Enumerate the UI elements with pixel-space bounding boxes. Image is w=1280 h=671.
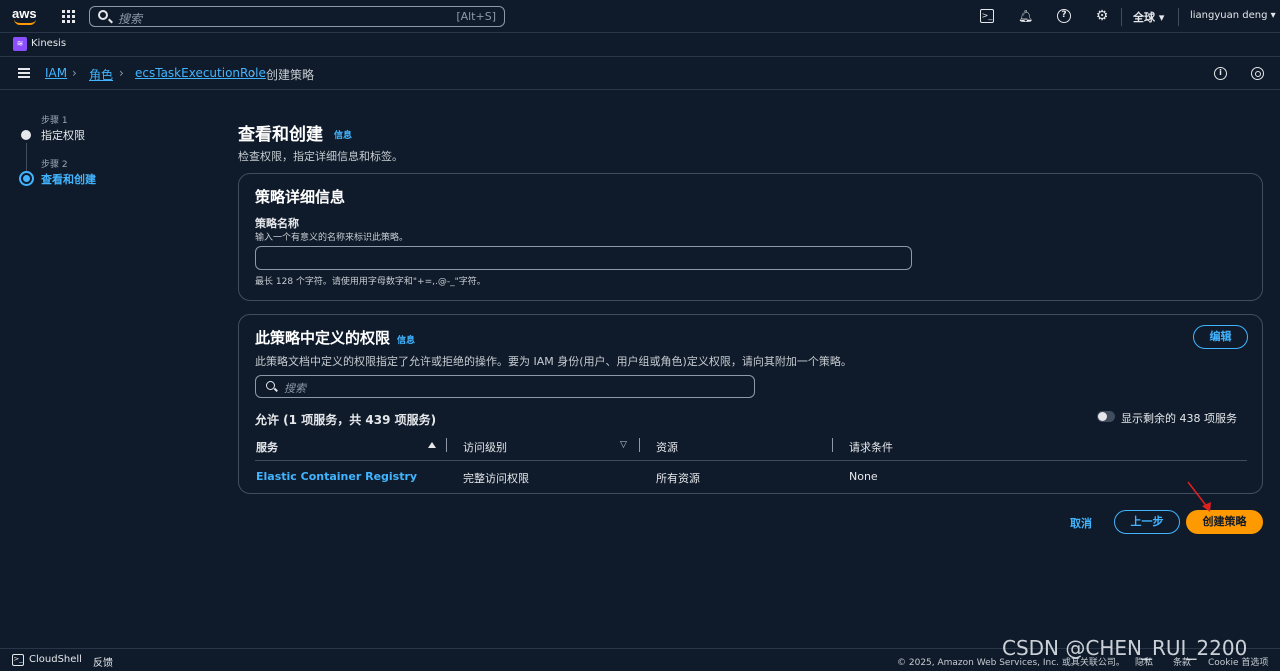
help-icon[interactable]: ? <box>1057 9 1071 23</box>
sort-ascending-icon[interactable] <box>428 442 436 448</box>
feedback-link[interactable]: 反馈 <box>93 654 113 669</box>
policy-name-description: 输入一个有意义的名称来标识此策略。 <box>255 233 409 243</box>
annotation-arrow-icon <box>1187 481 1211 512</box>
column-divider[interactable] <box>639 438 640 452</box>
aws-smile-icon <box>14 19 36 25</box>
search-shortcut: [Alt+S] <box>456 10 496 23</box>
global-search-input[interactable]: 搜索 [Alt+S] <box>89 6 505 27</box>
column-divider[interactable] <box>832 438 833 452</box>
table-header-divider <box>255 460 1247 461</box>
permissions-card: 此策略中定义的权限 信息 此策略文档中定义的权限指定了允许或拒绝的操作。要为 I… <box>238 314 1263 494</box>
search-placeholder: 搜索 <box>118 12 143 26</box>
breadcrumb-iam[interactable]: IAM <box>45 66 67 80</box>
step-2-label: 步骤 2 <box>41 160 68 170</box>
edit-button[interactable]: 编辑 <box>1193 325 1248 349</box>
column-header-resource: 资源 <box>656 441 678 454</box>
menu-hamburger-icon[interactable] <box>18 68 30 78</box>
show-remaining-toggle[interactable] <box>1097 411 1115 422</box>
nav-divider <box>1121 8 1122 26</box>
previous-button[interactable]: 上一步 <box>1114 510 1180 534</box>
breadcrumb-bar: IAM › 角色 › ecsTaskExecutionRole › 创建策略 <box>0 57 1280 90</box>
policy-name-hint: 最长 128 个字符。请使用用字母数字和"+=,.@-_"字符。 <box>255 277 486 287</box>
favorites-bar: ≋ Kinesis <box>0 33 1280 57</box>
breadcrumb-role-name[interactable]: ecsTaskExecutionRole <box>135 66 266 80</box>
region-selector[interactable]: 全球 ▾ <box>1133 9 1164 25</box>
services-grid-icon[interactable] <box>62 10 75 23</box>
column-header-condition: 请求条件 <box>849 441 893 454</box>
breadcrumb-roles[interactable]: 角色 <box>89 66 113 83</box>
search-icon <box>266 381 275 390</box>
kinesis-icon: ≋ <box>13 37 27 51</box>
settings-gear-icon[interactable]: ⚙ <box>1095 9 1109 23</box>
step-current-icon <box>19 171 34 186</box>
step-connector <box>26 143 27 172</box>
policy-details-title: 策略详细信息 <box>255 188 346 206</box>
notifications-bell-icon[interactable]: 🔔︎ <box>1018 9 1033 23</box>
chevron-right-icon: › <box>72 66 77 80</box>
sort-descending-icon[interactable] <box>620 440 629 450</box>
permissions-description: 此策略文档中定义的权限指定了允许或拒绝的操作。要为 IAM 身份(用户、用户组或… <box>255 355 852 368</box>
table-row-resource: 所有资源 <box>656 472 700 485</box>
recent-activity-icon[interactable] <box>1251 67 1264 80</box>
breadcrumb-current: 创建策略 <box>266 68 315 82</box>
cloudshell-icon[interactable]: >_ <box>980 9 994 23</box>
policy-name-label: 策略名称 <box>255 217 299 230</box>
allow-services-title: 允许 (1 项服务，共 439 项服务) <box>255 413 437 427</box>
table-row-service-link[interactable]: Elastic Container Registry <box>256 470 417 483</box>
favorite-service-kinesis[interactable]: Kinesis <box>31 38 66 49</box>
table-row-condition: None <box>849 470 878 483</box>
policy-name-input[interactable] <box>255 246 912 270</box>
step-1-name[interactable]: 指定权限 <box>41 127 85 143</box>
column-header-access-level[interactable]: 访问级别 <box>463 439 507 455</box>
nav-divider <box>1178 8 1179 26</box>
permissions-title: 此策略中定义的权限 <box>255 329 391 347</box>
watermark: CSDN @CHEN_RUI_2200 <box>1002 636 1248 660</box>
step-complete-icon <box>21 130 31 140</box>
step-2-name: 查看和创建 <box>41 173 96 186</box>
cloudshell-icon[interactable]: >_ <box>12 654 24 666</box>
account-menu[interactable]: liangyuan deng ▾ <box>1190 10 1276 21</box>
show-remaining-label[interactable]: 显示剩余的 438 项服务 <box>1121 410 1237 426</box>
permissions-search-input[interactable]: 搜索 <box>255 375 755 398</box>
info-panel-icon[interactable]: i <box>1214 67 1227 80</box>
permissions-info-link[interactable]: 信息 <box>397 333 415 346</box>
chevron-right-icon: › <box>119 66 124 80</box>
chevron-right-icon: › <box>251 66 256 80</box>
table-row-access: 完整访问权限 <box>463 472 529 485</box>
search-icon <box>98 10 108 20</box>
column-divider[interactable] <box>446 438 447 452</box>
page-info-link[interactable]: 信息 <box>334 128 352 141</box>
page-description: 检查权限，指定详细信息和标签。 <box>238 150 403 163</box>
page-title: 查看和创建 <box>238 125 323 145</box>
step-1-label: 步骤 1 <box>41 116 68 126</box>
aws-logo[interactable]: aws <box>12 6 38 28</box>
permissions-search-placeholder: 搜索 <box>284 382 306 395</box>
column-header-service[interactable]: 服务 <box>256 439 278 455</box>
top-navigation: aws 搜索 [Alt+S] >_ 🔔︎ ? ⚙ 全球 ▾ liangyuan … <box>0 0 1280 33</box>
cancel-button[interactable]: 取消 <box>1070 515 1092 531</box>
policy-details-card: 策略详细信息 策略名称 输入一个有意义的名称来标识此策略。 最长 128 个字符… <box>238 173 1263 301</box>
cloudshell-link[interactable]: CloudShell <box>29 654 82 665</box>
